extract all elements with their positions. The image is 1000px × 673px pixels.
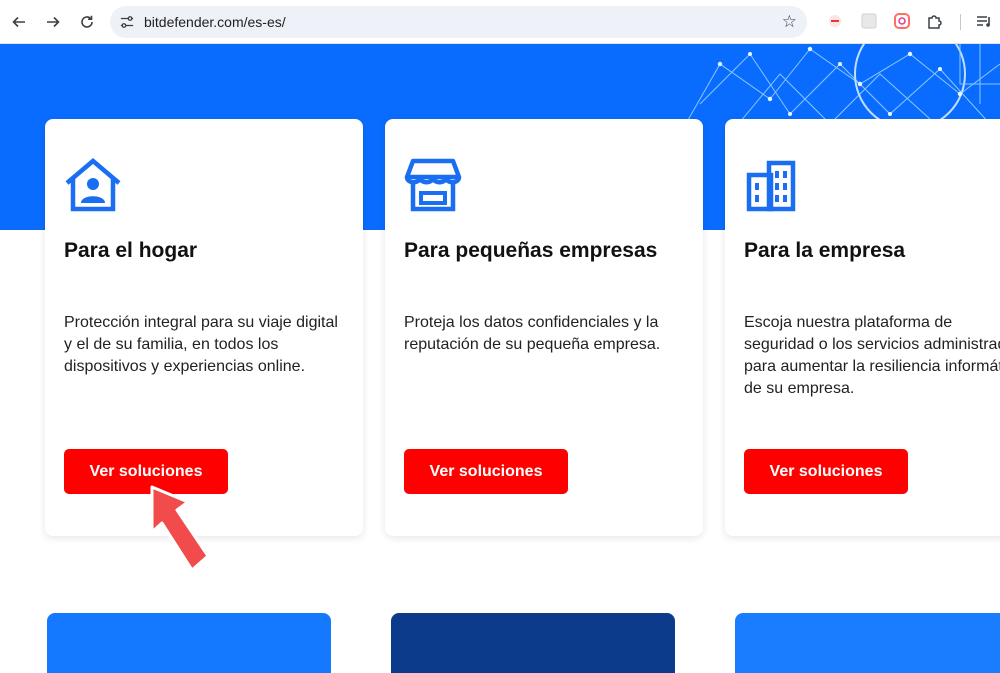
see-solutions-button[interactable]: Ver soluciones: [744, 449, 908, 494]
forward-button[interactable]: [36, 5, 70, 39]
url-text[interactable]: bitdefender.com/es-es/: [144, 14, 286, 30]
extension-pink-icon[interactable]: [893, 12, 911, 30]
storefront-icon: [404, 158, 462, 212]
extension-red-icon[interactable]: [826, 12, 844, 30]
star-outline-icon[interactable]: ☆: [782, 12, 797, 32]
puzzle-icon[interactable]: [926, 12, 944, 30]
promo-tile: [47, 613, 331, 673]
card-description: Protección integral para su viaje digita…: [64, 314, 338, 375]
pointer-arrow-icon: [150, 485, 210, 572]
card-title: Para pequeñas empresas: [404, 239, 658, 262]
card-enterprise: Para la empresa Escoja nuestra plataform…: [725, 119, 1000, 536]
see-solutions-button[interactable]: Ver soluciones: [404, 449, 568, 494]
house-person-icon: [65, 158, 121, 212]
card-home: Para el hogar Protección integral para s…: [45, 119, 363, 536]
site-settings-icon[interactable]: [118, 13, 136, 31]
extension-gray-icon[interactable]: [860, 12, 878, 30]
arrow-right-icon: [47, 16, 60, 28]
toolbar-divider: [960, 14, 961, 30]
reload-button[interactable]: [70, 5, 104, 39]
promo-tile: [735, 613, 1000, 673]
arrow-left-icon: [12, 16, 25, 28]
browser-toolbar: bitdefender.com/es-es/ ☆: [0, 0, 1000, 44]
address-bar[interactable]: bitdefender.com/es-es/ ☆: [110, 6, 807, 38]
card-description: Proteja los datos confidenciales y la re…: [404, 314, 661, 353]
card-title: Para el hogar: [64, 239, 198, 262]
card-small-business: Para pequeñas empresas Proteja los datos…: [385, 119, 703, 536]
media-queue-icon[interactable]: [975, 12, 993, 30]
office-buildings-icon: [746, 160, 796, 212]
back-button[interactable]: [2, 5, 36, 39]
card-title: Para la empresa: [744, 239, 906, 262]
promo-tile: [391, 613, 675, 673]
reload-icon: [81, 15, 93, 28]
card-description: Escoja nuestra plataforma de seguridad o…: [744, 314, 1000, 397]
